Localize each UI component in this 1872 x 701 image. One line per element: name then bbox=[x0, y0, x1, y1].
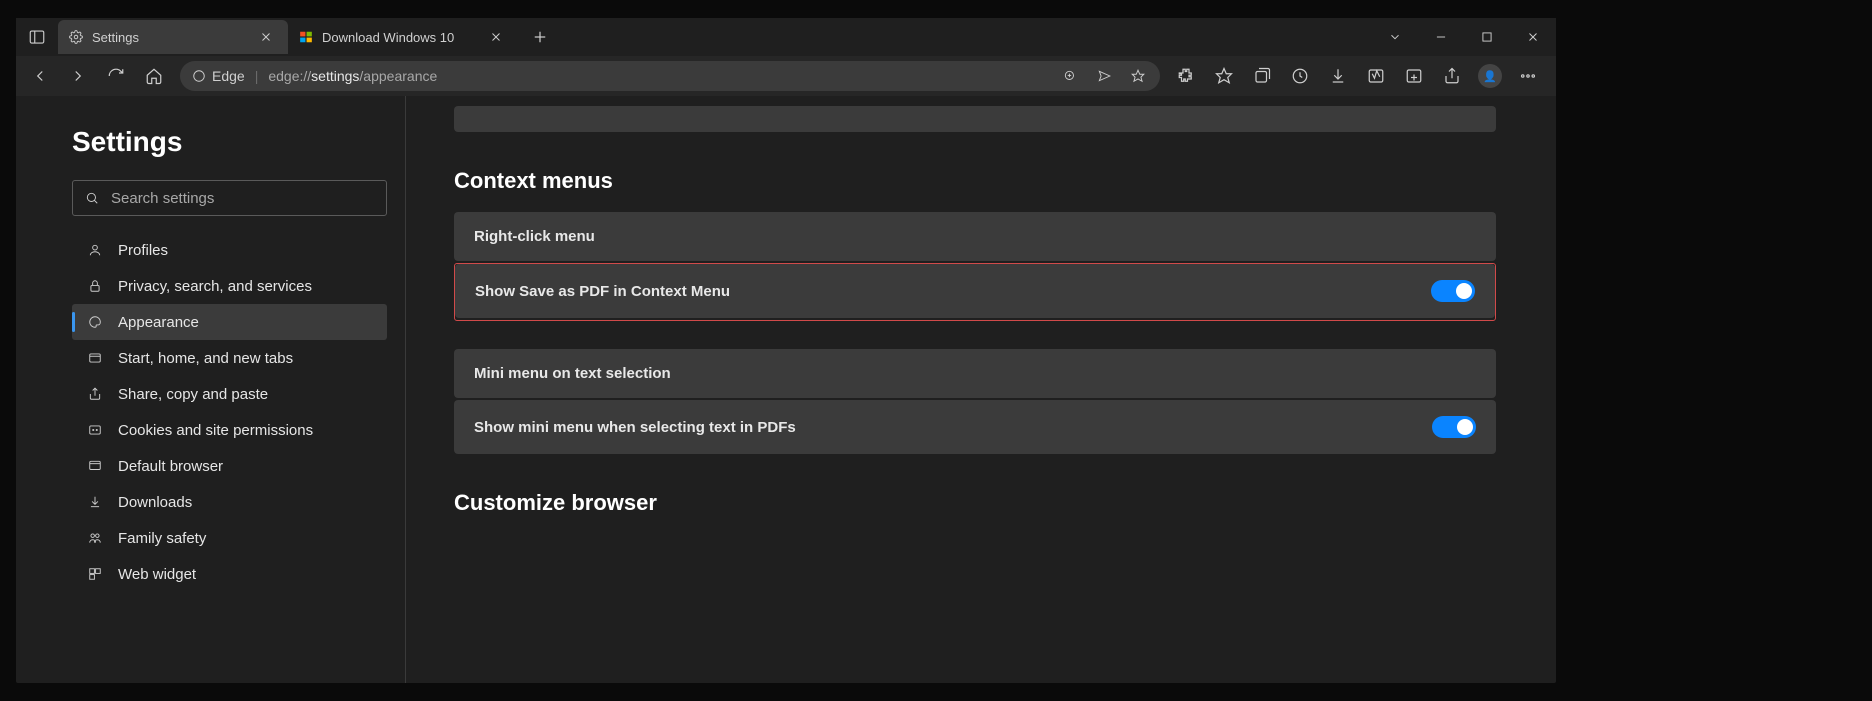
sidebar-item-label: Downloads bbox=[118, 494, 192, 511]
sidebar-item-label: Share, copy and paste bbox=[118, 386, 268, 403]
nav-list: Profiles Privacy, search, and services A… bbox=[72, 232, 387, 592]
toggle-save-as-pdf[interactable] bbox=[1431, 280, 1475, 302]
family-icon bbox=[86, 529, 104, 547]
sidebar-item-label: Profiles bbox=[118, 242, 168, 259]
url-text: edge://settings/appearance bbox=[268, 68, 437, 84]
browser-icon bbox=[86, 457, 104, 475]
window-controls bbox=[1372, 18, 1556, 56]
section-context-menus: Context menus bbox=[454, 168, 1496, 194]
address-bar[interactable]: Edge | edge://settings/appearance bbox=[180, 61, 1160, 91]
web-capture-icon[interactable] bbox=[1396, 58, 1432, 94]
url-actions bbox=[1060, 66, 1148, 86]
row-label: Right-click menu bbox=[474, 228, 595, 245]
sidebar-item-start[interactable]: Start, home, and new tabs bbox=[72, 340, 387, 376]
favorites-icon[interactable] bbox=[1206, 58, 1242, 94]
profile-avatar[interactable]: 👤 bbox=[1472, 58, 1508, 94]
send-icon[interactable] bbox=[1094, 66, 1114, 86]
close-button[interactable] bbox=[1510, 18, 1556, 56]
share-icon bbox=[86, 385, 104, 403]
page-title: Settings bbox=[72, 126, 387, 158]
chevron-down-icon[interactable] bbox=[1372, 18, 1418, 56]
profile-icon bbox=[86, 241, 104, 259]
sidebar-item-share[interactable]: Share, copy and paste bbox=[72, 376, 387, 412]
forward-button[interactable] bbox=[60, 58, 96, 94]
close-icon[interactable] bbox=[484, 25, 508, 49]
sidebar-item-appearance[interactable]: Appearance bbox=[72, 304, 387, 340]
star-add-icon[interactable] bbox=[1128, 66, 1148, 86]
new-tab-button[interactable] bbox=[526, 23, 554, 51]
tab-label: Settings bbox=[92, 30, 246, 45]
zoom-icon[interactable] bbox=[1060, 66, 1080, 86]
lock-icon bbox=[86, 277, 104, 295]
tabs-icon bbox=[86, 349, 104, 367]
home-button[interactable] bbox=[136, 58, 172, 94]
navbar: Edge | edge://settings/appearance 👤 bbox=[16, 56, 1556, 96]
tab-actions-button[interactable] bbox=[16, 18, 58, 56]
row-label: Show mini menu when selecting text in PD… bbox=[474, 419, 1432, 436]
content: Settings Search settings Profiles Privac… bbox=[16, 96, 1556, 683]
separator: | bbox=[255, 68, 259, 84]
toggle-mini-menu-pdf[interactable] bbox=[1432, 416, 1476, 438]
sidebar-item-label: Default browser bbox=[118, 458, 223, 475]
history-icon[interactable] bbox=[1282, 58, 1318, 94]
sidebar-item-default-browser[interactable]: Default browser bbox=[72, 448, 387, 484]
row-save-as-pdf: Show Save as PDF in Context Menu bbox=[455, 264, 1495, 318]
sidebar-item-profiles[interactable]: Profiles bbox=[72, 232, 387, 268]
sidebar-item-label: Cookies and site permissions bbox=[118, 422, 313, 439]
math-solver-icon[interactable] bbox=[1358, 58, 1394, 94]
downloads-icon[interactable] bbox=[1320, 58, 1356, 94]
more-menu-icon[interactable] bbox=[1510, 58, 1546, 94]
row-mini-menu-head[interactable]: Mini menu on text selection bbox=[454, 349, 1496, 398]
highlight-annotation: Show Save as PDF in Context Menu bbox=[454, 263, 1496, 321]
prev-section-card bbox=[454, 106, 1496, 132]
sidebar-item-label: Web widget bbox=[118, 566, 196, 583]
search-input[interactable]: Search settings bbox=[72, 180, 387, 216]
edge-brand: Edge bbox=[192, 68, 245, 84]
cookies-icon bbox=[86, 421, 104, 439]
tab-settings[interactable]: Settings bbox=[58, 20, 288, 54]
row-label: Mini menu on text selection bbox=[474, 365, 671, 382]
sidebar-item-family[interactable]: Family safety bbox=[72, 520, 387, 556]
search-placeholder: Search settings bbox=[111, 190, 214, 207]
tabs: Settings Download Windows 10 bbox=[58, 20, 554, 54]
sidebar-item-label: Family safety bbox=[118, 530, 206, 547]
toolbar-icons: 👤 bbox=[1168, 58, 1550, 94]
minimize-button[interactable] bbox=[1418, 18, 1464, 56]
download-icon bbox=[86, 493, 104, 511]
back-button[interactable] bbox=[22, 58, 58, 94]
browser-window: Settings Download Windows 10 bbox=[16, 18, 1556, 683]
sidebar-item-web-widget[interactable]: Web widget bbox=[72, 556, 387, 592]
collections-icon[interactable] bbox=[1244, 58, 1280, 94]
sidebar-item-label: Appearance bbox=[118, 314, 199, 331]
close-icon[interactable] bbox=[254, 25, 278, 49]
row-mini-menu-pdf: Show mini menu when selecting text in PD… bbox=[454, 400, 1496, 454]
row-right-click-menu[interactable]: Right-click menu bbox=[454, 212, 1496, 261]
tab-download-windows[interactable]: Download Windows 10 bbox=[288, 20, 518, 54]
gear-icon bbox=[68, 29, 84, 45]
maximize-button[interactable] bbox=[1464, 18, 1510, 56]
refresh-button[interactable] bbox=[98, 58, 134, 94]
sidebar-item-label: Start, home, and new tabs bbox=[118, 350, 293, 367]
search-icon bbox=[85, 191, 99, 205]
section-customize-browser: Customize browser bbox=[454, 490, 1496, 516]
tab-label: Download Windows 10 bbox=[322, 30, 476, 45]
windows-icon bbox=[298, 29, 314, 45]
sidebar-item-label: Privacy, search, and services bbox=[118, 278, 312, 295]
settings-main[interactable]: Context menus Right-click menu Show Save… bbox=[406, 96, 1556, 683]
titlebar: Settings Download Windows 10 bbox=[16, 18, 1556, 56]
row-label: Show Save as PDF in Context Menu bbox=[475, 283, 1431, 300]
share-icon[interactable] bbox=[1434, 58, 1470, 94]
palette-icon bbox=[86, 313, 104, 331]
brand-label: Edge bbox=[212, 68, 245, 84]
widget-icon bbox=[86, 565, 104, 583]
settings-sidebar: Settings Search settings Profiles Privac… bbox=[16, 96, 406, 683]
sidebar-item-privacy[interactable]: Privacy, search, and services bbox=[72, 268, 387, 304]
sidebar-item-downloads[interactable]: Downloads bbox=[72, 484, 387, 520]
extensions-icon[interactable] bbox=[1168, 58, 1204, 94]
